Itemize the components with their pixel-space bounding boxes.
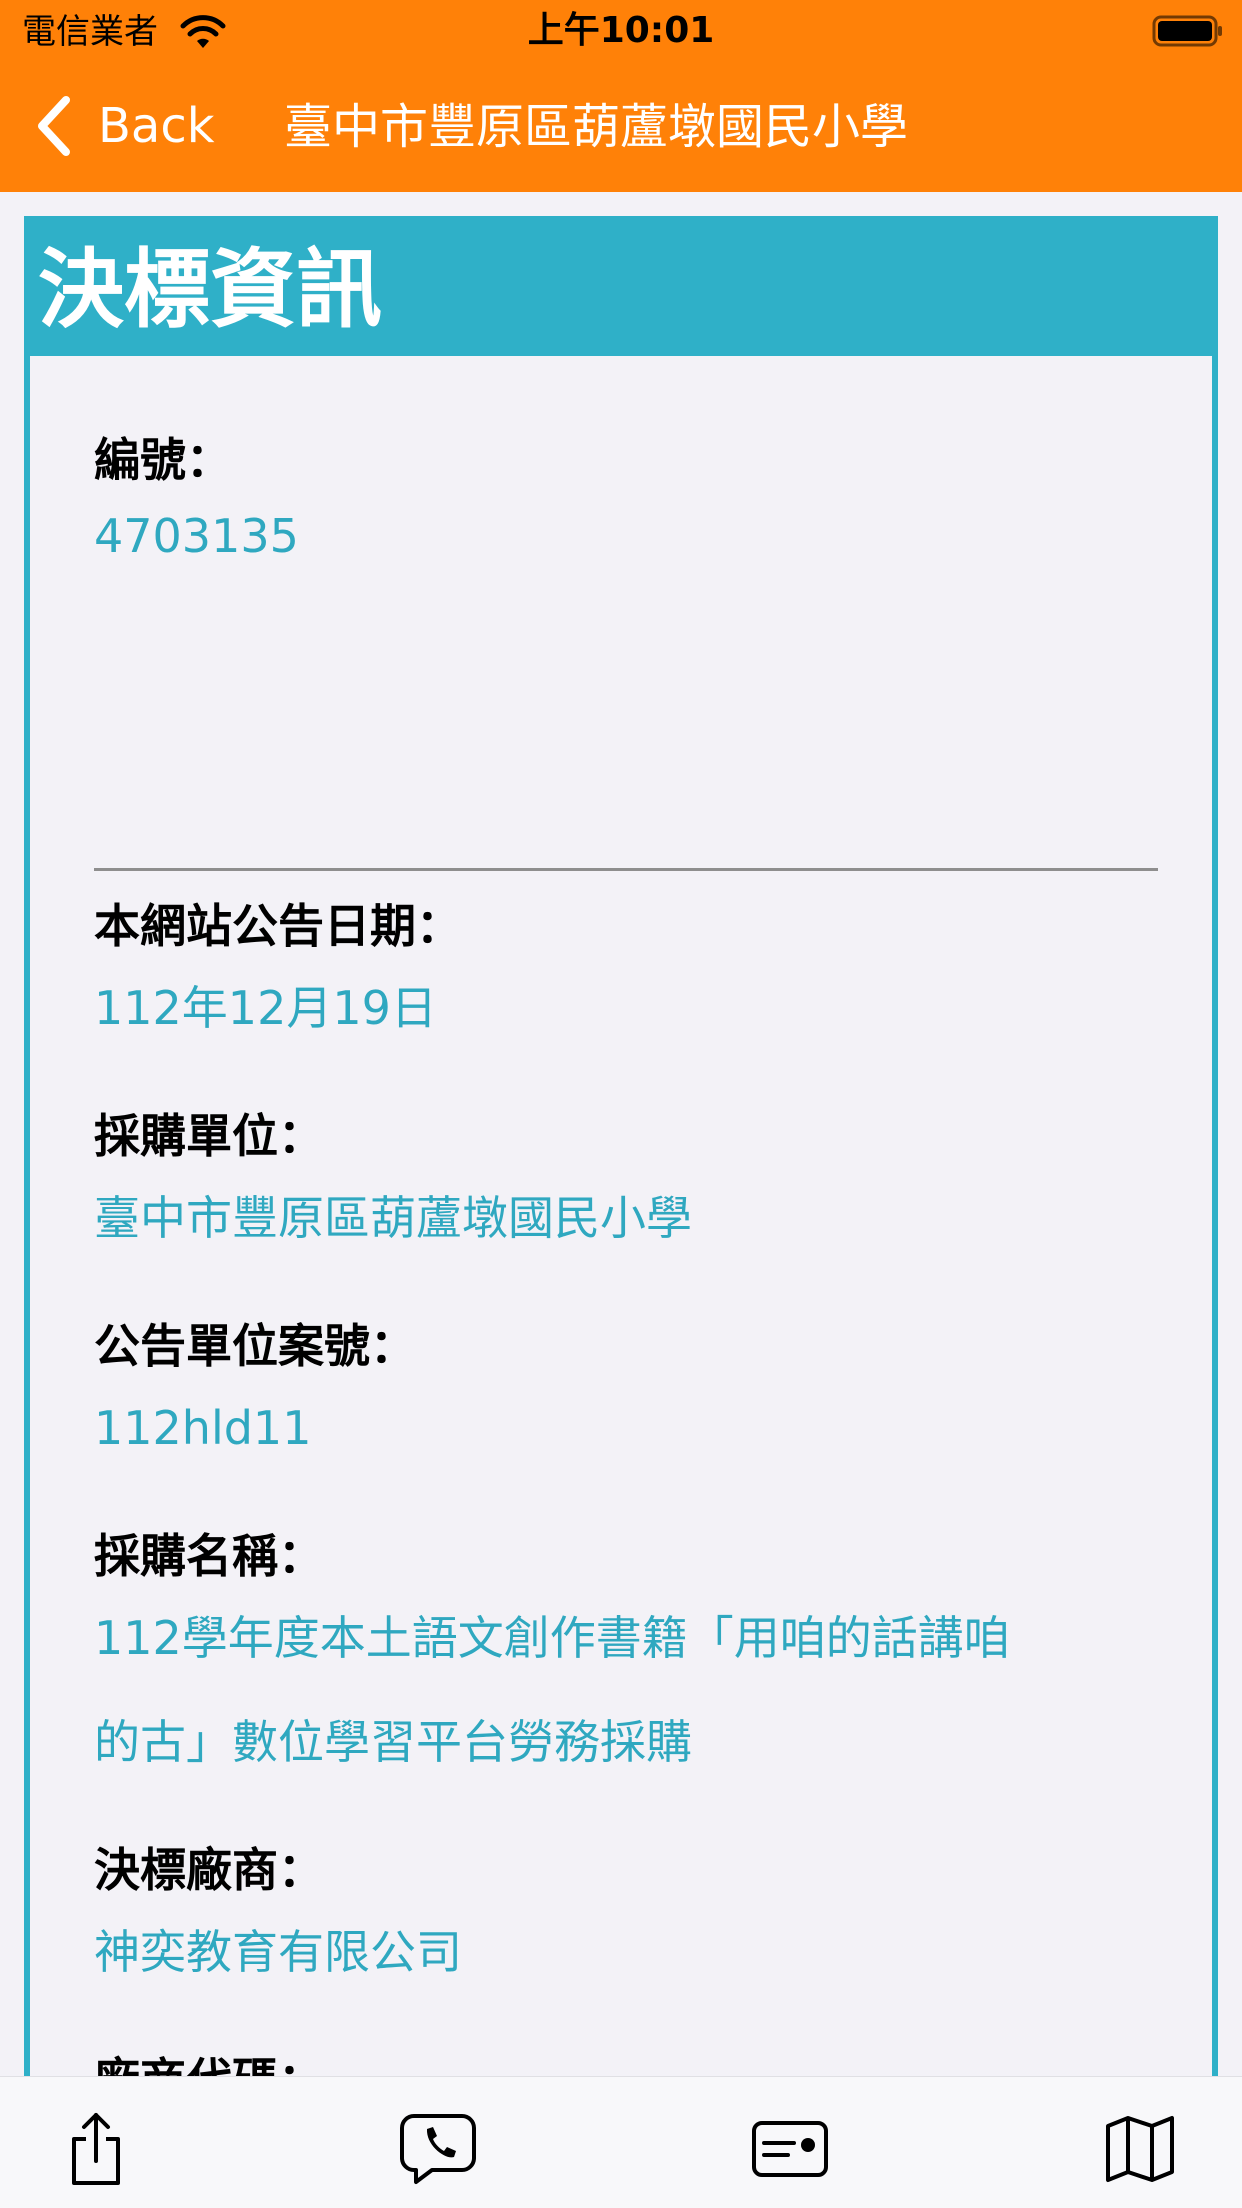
card-header: 決標資訊 bbox=[30, 222, 1212, 356]
field-label: 採購名稱： bbox=[94, 1529, 324, 1583]
field-value: 112年12月19日 bbox=[94, 981, 437, 1035]
field-value-line-2: 的古」數位學習平台勞務採購 bbox=[94, 1715, 692, 1769]
field-value-line-1: 112學年度本土語文創作書籍「用咱的話講咱 bbox=[94, 1611, 1010, 1665]
card-title: 決標資訊 bbox=[38, 240, 382, 340]
field-label: 公告單位案號： bbox=[94, 1319, 416, 1373]
battery-icon bbox=[1152, 15, 1222, 47]
field-publish-date: 本網站公告日期： 112年12月19日 bbox=[94, 896, 1174, 1060]
field-procurement-name: 採購名稱： 112學年度本土語文創作書籍「用咱的話講咱 的古」數位學習平台勞務採… bbox=[94, 1526, 1174, 1794]
field-value: 神奕教育有限公司 bbox=[94, 1925, 462, 1979]
phone-icon bbox=[400, 2114, 476, 2184]
share-button[interactable] bbox=[56, 2109, 136, 2189]
field-label: 編號： bbox=[94, 433, 232, 487]
bottom-toolbar bbox=[0, 2076, 1242, 2208]
map-button[interactable] bbox=[1100, 2109, 1180, 2189]
field-value: 4703135 bbox=[94, 509, 299, 563]
field-value: 臺中市豐原區葫蘆墩國民小學 bbox=[94, 1191, 692, 1245]
chevron-left-icon bbox=[38, 96, 70, 156]
card-button[interactable] bbox=[750, 2109, 830, 2189]
field-label: 採購單位： bbox=[94, 1109, 324, 1163]
award-info-card: 決標資訊 編號： 4703135 本網站公告日期： 112年12月19日 採購單… bbox=[24, 216, 1218, 2096]
card-icon bbox=[752, 2121, 828, 2177]
field-label: 決標廠商： bbox=[94, 1843, 324, 1897]
field-awarded-vendor: 決標廠商： 神奕教育有限公司 bbox=[94, 1840, 1174, 2004]
field-number: 編號： 4703135 bbox=[94, 430, 1174, 582]
status-time: 上午10:01 bbox=[527, 10, 715, 51]
page-title: 臺中市豐原區葫蘆墩國民小學 bbox=[284, 99, 909, 155]
back-button[interactable]: Back bbox=[34, 86, 215, 166]
field-value: 112hld11 bbox=[94, 1401, 312, 1455]
share-icon bbox=[72, 2113, 120, 2185]
status-bar: 電信業者 上午10:01 bbox=[0, 0, 1242, 64]
divider bbox=[94, 868, 1158, 871]
map-icon bbox=[1106, 2116, 1174, 2182]
navigation-bar: Back 臺中市豐原區葫蘆墩國民小學 bbox=[0, 64, 1242, 192]
field-case-number: 公告單位案號： 112hld11 bbox=[94, 1316, 1174, 1480]
field-procurement-unit: 採購單位： 臺中市豐原區葫蘆墩國民小學 bbox=[94, 1106, 1174, 1270]
back-label: Back bbox=[98, 98, 215, 154]
field-label: 本網站公告日期： bbox=[94, 899, 462, 953]
top-bar: 電信業者 上午10:01 Back 臺中市豐原區葫蘆墩國民小學 bbox=[0, 0, 1242, 192]
phone-button[interactable] bbox=[398, 2109, 478, 2189]
